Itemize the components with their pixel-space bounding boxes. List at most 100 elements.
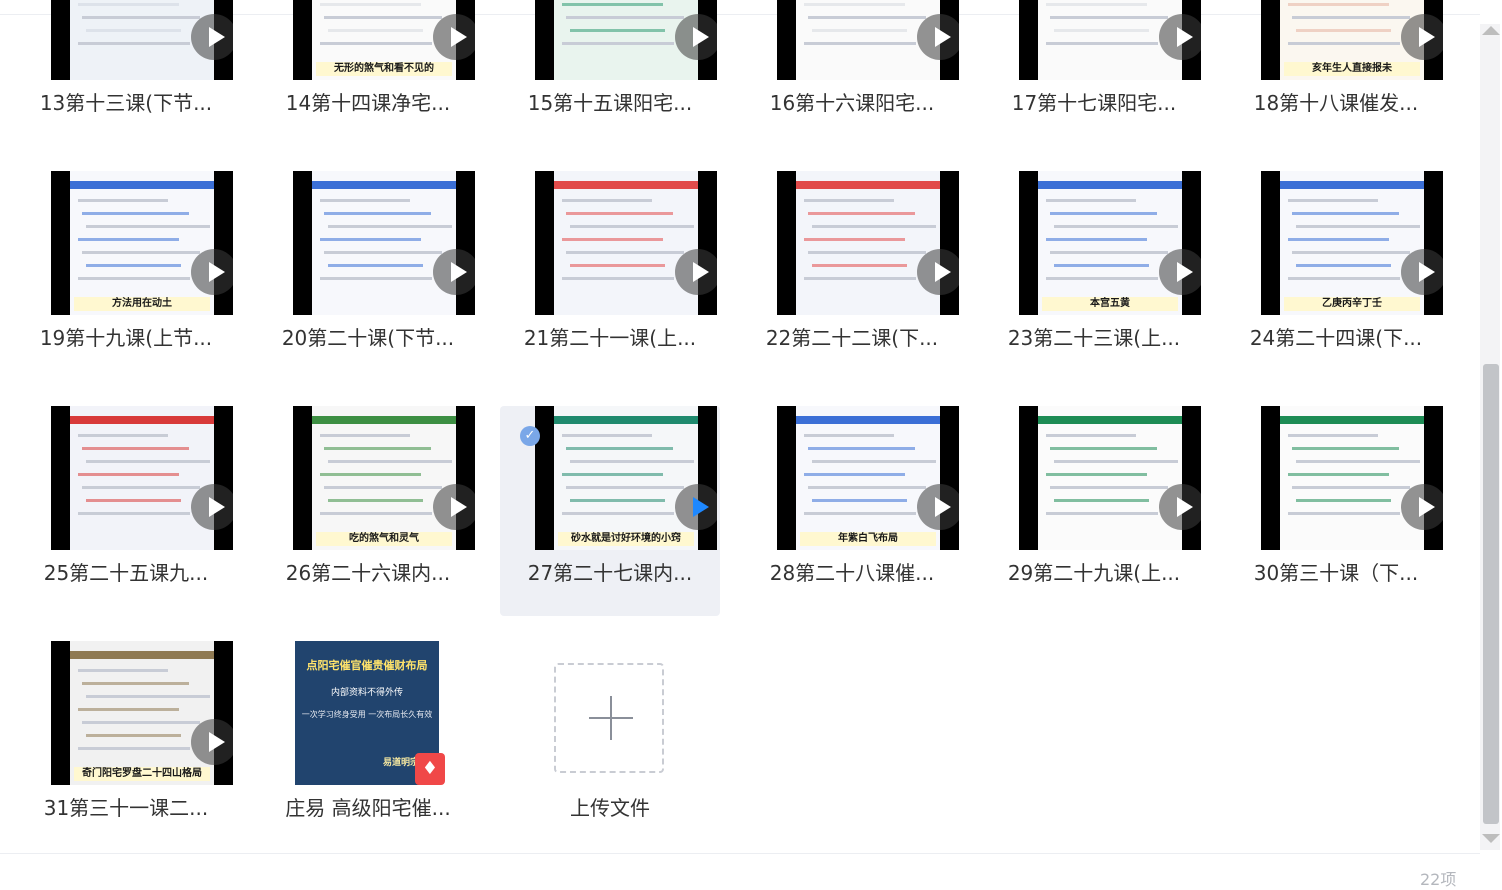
file-name[interactable]: 23第二十三课(上... [984, 322, 1204, 351]
file-tile[interactable]: 16第十六课阳宅... [742, 0, 962, 146]
file-name[interactable]: 庄易 高级阳宅催... [258, 792, 478, 821]
thumbnail-text-line [86, 734, 181, 737]
file-name[interactable]: 19第十九课(上节... [16, 322, 236, 351]
file-name[interactable]: 25第二十五课九... [16, 557, 236, 586]
thumbnail-text-line [320, 512, 432, 515]
thumbnail-text-line [78, 669, 168, 672]
file-tile[interactable]: 25第二十五课九... [16, 406, 236, 616]
play-icon[interactable] [433, 14, 475, 60]
file-name[interactable]: 15第十五课阳宅... [500, 87, 720, 116]
file-name[interactable]: 16第十六课阳宅... [742, 87, 962, 116]
file-tile[interactable]: 20第二十课(下节... [258, 171, 478, 381]
scrollbar-thumb[interactable] [1483, 364, 1499, 824]
checkmark-icon[interactable]: ✓ [520, 426, 540, 446]
file-tile[interactable]: 22第二十二课(下... [742, 171, 962, 381]
play-icon[interactable] [1159, 249, 1201, 295]
file-tile[interactable]: 乙庚丙辛丁壬 24第二十四课(下... [1226, 171, 1446, 381]
file-tile[interactable]: 吃的煞气和灵气 26第二十六课内... [258, 406, 478, 616]
video-thumbnail[interactable] [535, 171, 717, 315]
video-thumbnail[interactable] [1019, 406, 1201, 550]
thumbnail-text-line [78, 42, 190, 45]
video-thumbnail[interactable] [51, 406, 233, 550]
file-tile[interactable]: 年紫白飞布局 28第二十八课催... [742, 406, 962, 616]
upload-file-tile[interactable]: 上传文件 [500, 641, 720, 851]
pdf-cover-line: 一次学习终身受用 一次布局长久有效 [301, 710, 433, 719]
video-thumbnail[interactable] [1019, 0, 1201, 80]
play-icon[interactable] [433, 484, 475, 530]
video-thumbnail[interactable]: 吃的煞气和灵气 [293, 406, 475, 550]
plus-icon [610, 696, 612, 740]
video-thumbnail[interactable] [51, 0, 233, 80]
play-icon[interactable] [1401, 14, 1443, 60]
video-thumbnail[interactable] [293, 171, 475, 315]
video-thumbnail[interactable]: 无形的煞气和看不见的 [293, 0, 475, 80]
upload-button[interactable] [554, 663, 664, 773]
video-thumbnail[interactable] [535, 0, 717, 80]
thumbnail-text-line [1288, 238, 1389, 241]
video-thumbnail[interactable]: 亥年生人直接报未 [1261, 0, 1443, 80]
scroll-down-arrow-icon[interactable] [1482, 834, 1500, 843]
play-icon[interactable] [191, 484, 233, 530]
play-icon[interactable] [917, 14, 959, 60]
video-thumbnail[interactable]: 本宫五黄 [1019, 171, 1201, 315]
video-thumbnail[interactable]: 年紫白飞布局 [777, 406, 959, 550]
file-name[interactable]: 31第三十一课二... [16, 792, 236, 821]
file-name[interactable]: 17第十七课阳宅... [984, 87, 1204, 116]
video-thumbnail[interactable] [777, 0, 959, 80]
file-name[interactable]: 13第十三课(下节... [16, 87, 236, 116]
thumbnail-text-line [566, 16, 684, 19]
play-icon[interactable] [917, 484, 959, 530]
scroll-up-arrow-icon[interactable] [1482, 26, 1500, 35]
file-tile[interactable]: 17第十七课阳宅... [984, 0, 1204, 146]
play-icon[interactable] [191, 14, 233, 60]
file-tile[interactable]: 15第十五课阳宅... [500, 0, 720, 146]
thumbnail-text-line [1046, 199, 1136, 202]
video-thumbnail[interactable] [777, 171, 959, 315]
file-tile[interactable]: 29第二十九课(上... [984, 406, 1204, 616]
file-tile[interactable]: 30第三十课（下... [1226, 406, 1446, 616]
file-name[interactable]: 29第二十九课(上... [984, 557, 1204, 586]
video-thumbnail[interactable]: 砂水就是讨好环境的小窍 [535, 406, 717, 550]
pdf-cover-author: 易道明宗 [382, 758, 419, 768]
play-icon[interactable] [675, 484, 717, 530]
video-thumbnail[interactable] [1261, 406, 1443, 550]
play-icon[interactable] [675, 14, 717, 60]
file-name[interactable]: 18第十八课催发... [1226, 87, 1446, 116]
file-name[interactable]: 30第三十课（下... [1226, 557, 1446, 586]
play-icon[interactable] [433, 249, 475, 295]
play-icon[interactable] [1401, 484, 1443, 530]
video-thumbnail[interactable]: 奇门阳宅罗盘二十四山格局 [51, 641, 233, 785]
thumbnail-text-line [1288, 277, 1400, 280]
video-thumbnail[interactable]: 方法用在动土 [51, 171, 233, 315]
file-name[interactable]: 上传文件 [500, 792, 720, 821]
file-name[interactable]: 27第二十七课内... [500, 557, 720, 586]
file-tile[interactable]: 21第二十一课(上... [500, 171, 720, 381]
file-tile[interactable]: 亥年生人直接报未 18第十八课催发... [1226, 0, 1446, 146]
play-icon[interactable] [1159, 14, 1201, 60]
file-name[interactable]: 21第二十一课(上... [500, 322, 720, 351]
video-thumbnail[interactable]: 乙庚丙辛丁壬 [1261, 171, 1443, 315]
file-name[interactable]: 28第二十八课催... [742, 557, 962, 586]
file-name[interactable]: 20第二十课(下节... [258, 322, 478, 351]
file-name[interactable]: 14第十四课净宅... [258, 87, 478, 116]
file-tile[interactable]: 奇门阳宅罗盘二十四山格局 31第三十一课二... [16, 641, 236, 851]
thumbnail-header-band [70, 651, 214, 659]
play-icon[interactable] [1401, 249, 1443, 295]
thumbnail-text-line [86, 460, 210, 463]
thumbnail-content [796, 171, 940, 315]
file-tile[interactable]: 13第十三课(下节... [16, 0, 236, 146]
file-name[interactable]: 22第二十二课(下... [742, 322, 962, 351]
file-tile[interactable]: 无形的煞气和看不见的 14第十四课净宅... [258, 0, 478, 146]
play-icon[interactable] [917, 249, 959, 295]
play-icon[interactable] [191, 249, 233, 295]
thumbnail-text-line [1292, 251, 1410, 254]
file-tile[interactable]: 本宫五黄 23第二十三课(上... [984, 171, 1204, 381]
play-icon[interactable] [675, 249, 717, 295]
file-tile[interactable]: 方法用在动土 19第十九课(上节... [16, 171, 236, 381]
play-icon[interactable] [1159, 484, 1201, 530]
file-tile[interactable]: 点阳宅催官催贵催财布局 内部资料不得外传 一次学习终身受用 一次布局长久有效 易道明宗… [258, 641, 478, 851]
file-name[interactable]: 26第二十六课内... [258, 557, 478, 586]
play-icon[interactable] [191, 719, 233, 765]
file-tile[interactable]: 砂水就是讨好环境的小窍 ✓ 27第二十七课内... [500, 406, 720, 616]
file-name[interactable]: 24第二十四课(下... [1226, 322, 1446, 351]
